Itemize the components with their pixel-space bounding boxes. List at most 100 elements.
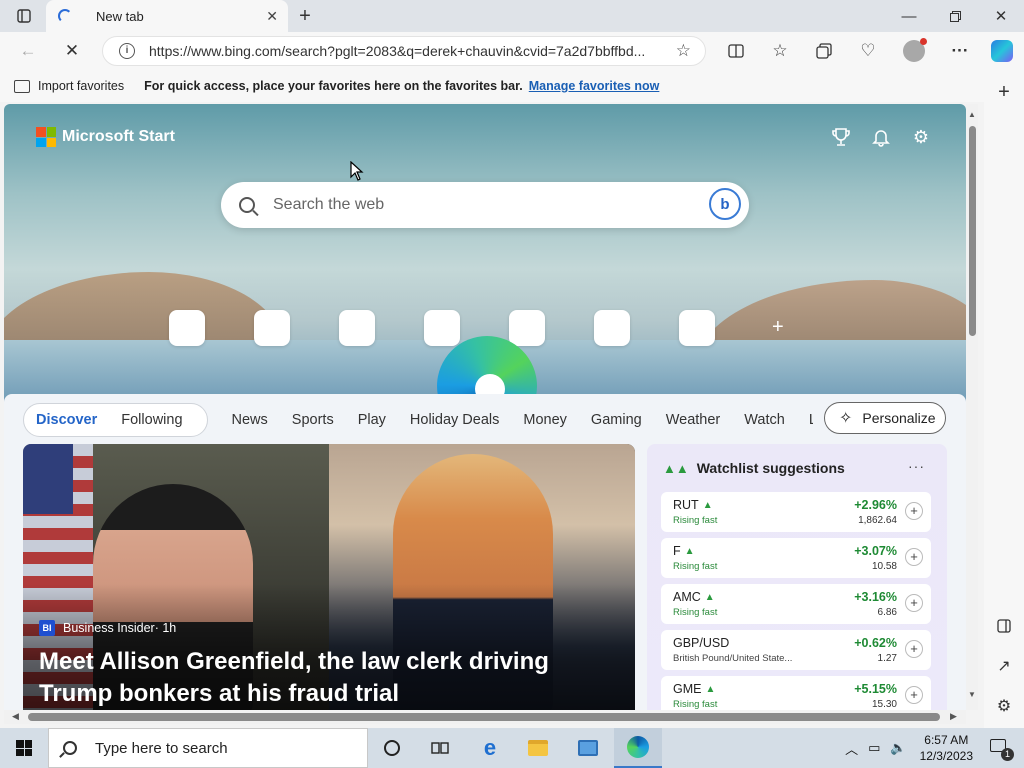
start-button[interactable] (0, 728, 48, 768)
nav-watch[interactable]: Watch (732, 412, 797, 428)
scroll-up-arrow-icon[interactable]: ▲ (966, 110, 978, 119)
scroll-left-arrow-icon[interactable]: ◀ (12, 711, 19, 722)
quick-link-tile[interactable] (254, 310, 290, 346)
clock-time: 6:57 AM (924, 733, 969, 747)
add-quick-link-icon[interactable]: + (772, 316, 784, 339)
file-explorer-icon[interactable] (514, 728, 562, 768)
stop-loading-button[interactable]: ✕ (56, 32, 88, 70)
sidebar-settings-gear-icon[interactable]: ⚙ (984, 690, 1024, 722)
add-to-watchlist-icon[interactable]: + (905, 548, 923, 566)
quick-link-tile[interactable] (424, 310, 460, 346)
top-news-card[interactable]: BI Business Insider · 1h Meet Allison Gr… (23, 444, 635, 710)
page-settings-gear-icon[interactable]: ⚙ (908, 124, 934, 150)
nav-overflow-item[interactable]: Le (797, 412, 813, 428)
scroll-right-arrow-icon[interactable]: ▶ (950, 711, 957, 722)
news-feed: Discover Following News Sports Play Holi… (4, 394, 966, 710)
network-icon[interactable]: ▭ (868, 740, 880, 756)
back-button[interactable]: ← (12, 32, 44, 70)
add-to-watchlist-icon[interactable]: + (905, 594, 923, 612)
sidebar-external-link-icon[interactable]: ↗ (984, 650, 1024, 682)
quick-link-tile[interactable] (509, 310, 545, 346)
minimize-button[interactable]: — (894, 0, 924, 32)
show-hidden-icons-chevron-icon[interactable]: ︿ (845, 739, 858, 758)
watchlist-card: ▲▲ Watchlist suggestions ··· RUT ▲ Rising… (647, 444, 947, 710)
clock[interactable]: 6:57 AM 12/3/2023 (920, 732, 973, 764)
add-to-watchlist-icon[interactable]: + (905, 640, 923, 658)
split-screen-icon[interactable] (720, 32, 752, 70)
quick-link-tile[interactable] (169, 310, 205, 346)
nav-news[interactable]: News (208, 412, 280, 428)
nav-money[interactable]: Money (511, 412, 579, 428)
windows-taskbar: e ︿ ▭ 🔈 6:57 AM 12/3/2023 1 (0, 728, 1024, 768)
notifications-bell-icon[interactable] (868, 124, 894, 150)
quick-link-tile[interactable] (679, 310, 715, 346)
close-window-button[interactable]: ✕ (986, 0, 1016, 32)
watchlist-more-icon[interactable]: ··· (908, 458, 925, 474)
watchlist-row[interactable]: AMC ▲ Rising fast +3.16% 6.86 + (661, 584, 931, 624)
sidebar-split-icon[interactable] (984, 610, 1024, 642)
notifications-center-icon[interactable]: 1 (990, 739, 1014, 761)
site-info-icon[interactable]: i (119, 43, 135, 59)
tab-actions-icon[interactable] (10, 0, 38, 32)
profile-avatar[interactable] (898, 32, 930, 70)
settings-more-icon[interactable]: ··· (944, 32, 976, 70)
sidebar-add-icon[interactable]: + (984, 76, 1024, 108)
copilot-icon[interactable] (986, 32, 1018, 70)
vertical-scrollbar[interactable]: ▲ ▼ (966, 104, 978, 710)
vertical-scroll-thumb[interactable] (969, 126, 976, 336)
url-text[interactable]: https://www.bing.com/search?pglt=2083&q=… (149, 43, 665, 59)
new-tab-button[interactable]: + (292, 0, 318, 32)
cortana-icon[interactable] (368, 728, 416, 768)
address-toolbar: ← ✕ i https://www.bing.com/search?pglt=2… (0, 32, 1024, 70)
import-favorites-label: Import favorites (38, 79, 125, 93)
tab-discover[interactable]: Discover (36, 412, 109, 428)
favorites-icon[interactable]: ☆ (764, 32, 796, 70)
browser-essentials-icon[interactable]: ♡ (852, 32, 884, 70)
quick-link-tile[interactable] (594, 310, 630, 346)
edge-browser-icon[interactable] (614, 728, 662, 768)
ticker-change: +2.96% (854, 498, 897, 512)
add-to-watchlist-icon[interactable]: + (905, 686, 923, 704)
taskbar-search-box[interactable] (48, 728, 368, 768)
horizontal-scroll-thumb[interactable] (28, 713, 940, 721)
collections-icon[interactable] (808, 32, 840, 70)
rewards-trophy-icon[interactable] (828, 124, 854, 150)
bing-chat-icon[interactable]: b (709, 188, 741, 220)
close-tab-icon[interactable]: ✕ (266, 8, 278, 25)
microsoft-start-logo[interactable]: Microsoft Start (36, 127, 175, 147)
clock-date: 12/3/2023 (919, 749, 973, 763)
watchlist-row[interactable]: RUT ▲ Rising fast +2.96% 1,862.64 + (661, 492, 931, 532)
search-input[interactable] (273, 196, 693, 214)
watchlist-row[interactable]: GME ▲ Rising fast +5.15% 15.30 + (661, 676, 931, 710)
add-to-watchlist-icon[interactable]: + (905, 502, 923, 520)
import-favorites-button[interactable]: Import favorites (14, 79, 124, 93)
nav-weather[interactable]: Weather (654, 412, 733, 428)
edge-legacy-icon[interactable]: e (466, 728, 514, 768)
personalize-button[interactable]: ✧ Personalize (824, 402, 946, 434)
nav-gaming[interactable]: Gaming (579, 412, 654, 428)
nav-holiday-deals[interactable]: Holiday Deals (398, 412, 511, 428)
watchlist-row[interactable]: GBP/USD British Pound/United State... +0… (661, 630, 931, 670)
ticker-symbol: AMC (673, 590, 701, 604)
news-source[interactable]: BI Business Insider · 1h (39, 620, 176, 636)
news-headline[interactable]: Meet Allison Greenfield, the law clerk d… (39, 646, 619, 710)
nav-sports[interactable]: Sports (280, 412, 346, 428)
control-panel-icon[interactable] (564, 728, 612, 768)
watchlist-row[interactable]: F ▲ Rising fast +3.07% 10.58 + (661, 538, 931, 578)
hero-background: Microsoft Start ⚙ b + (4, 104, 966, 436)
taskbar-search-input[interactable] (95, 739, 345, 757)
add-favorite-star-icon[interactable]: ☆ (676, 41, 691, 61)
volume-muted-icon[interactable]: 🔈 (890, 740, 906, 756)
nav-play[interactable]: Play (346, 412, 398, 428)
restore-button[interactable] (940, 0, 970, 32)
task-view-icon[interactable] (416, 728, 464, 768)
tab-following[interactable]: Following (109, 412, 194, 428)
address-bar[interactable]: i https://www.bing.com/search?pglt=2083&… (102, 36, 706, 66)
horizontal-scrollbar[interactable]: ◀ ▶ (4, 710, 966, 724)
quick-link-tile[interactable] (339, 310, 375, 346)
scroll-down-arrow-icon[interactable]: ▼ (966, 690, 978, 699)
mouse-cursor-icon (350, 161, 364, 181)
manage-favorites-link[interactable]: Manage favorites now (529, 79, 660, 93)
web-search-box[interactable]: b (221, 182, 749, 228)
tab-new-tab[interactable]: New tab ✕ (46, 0, 288, 32)
